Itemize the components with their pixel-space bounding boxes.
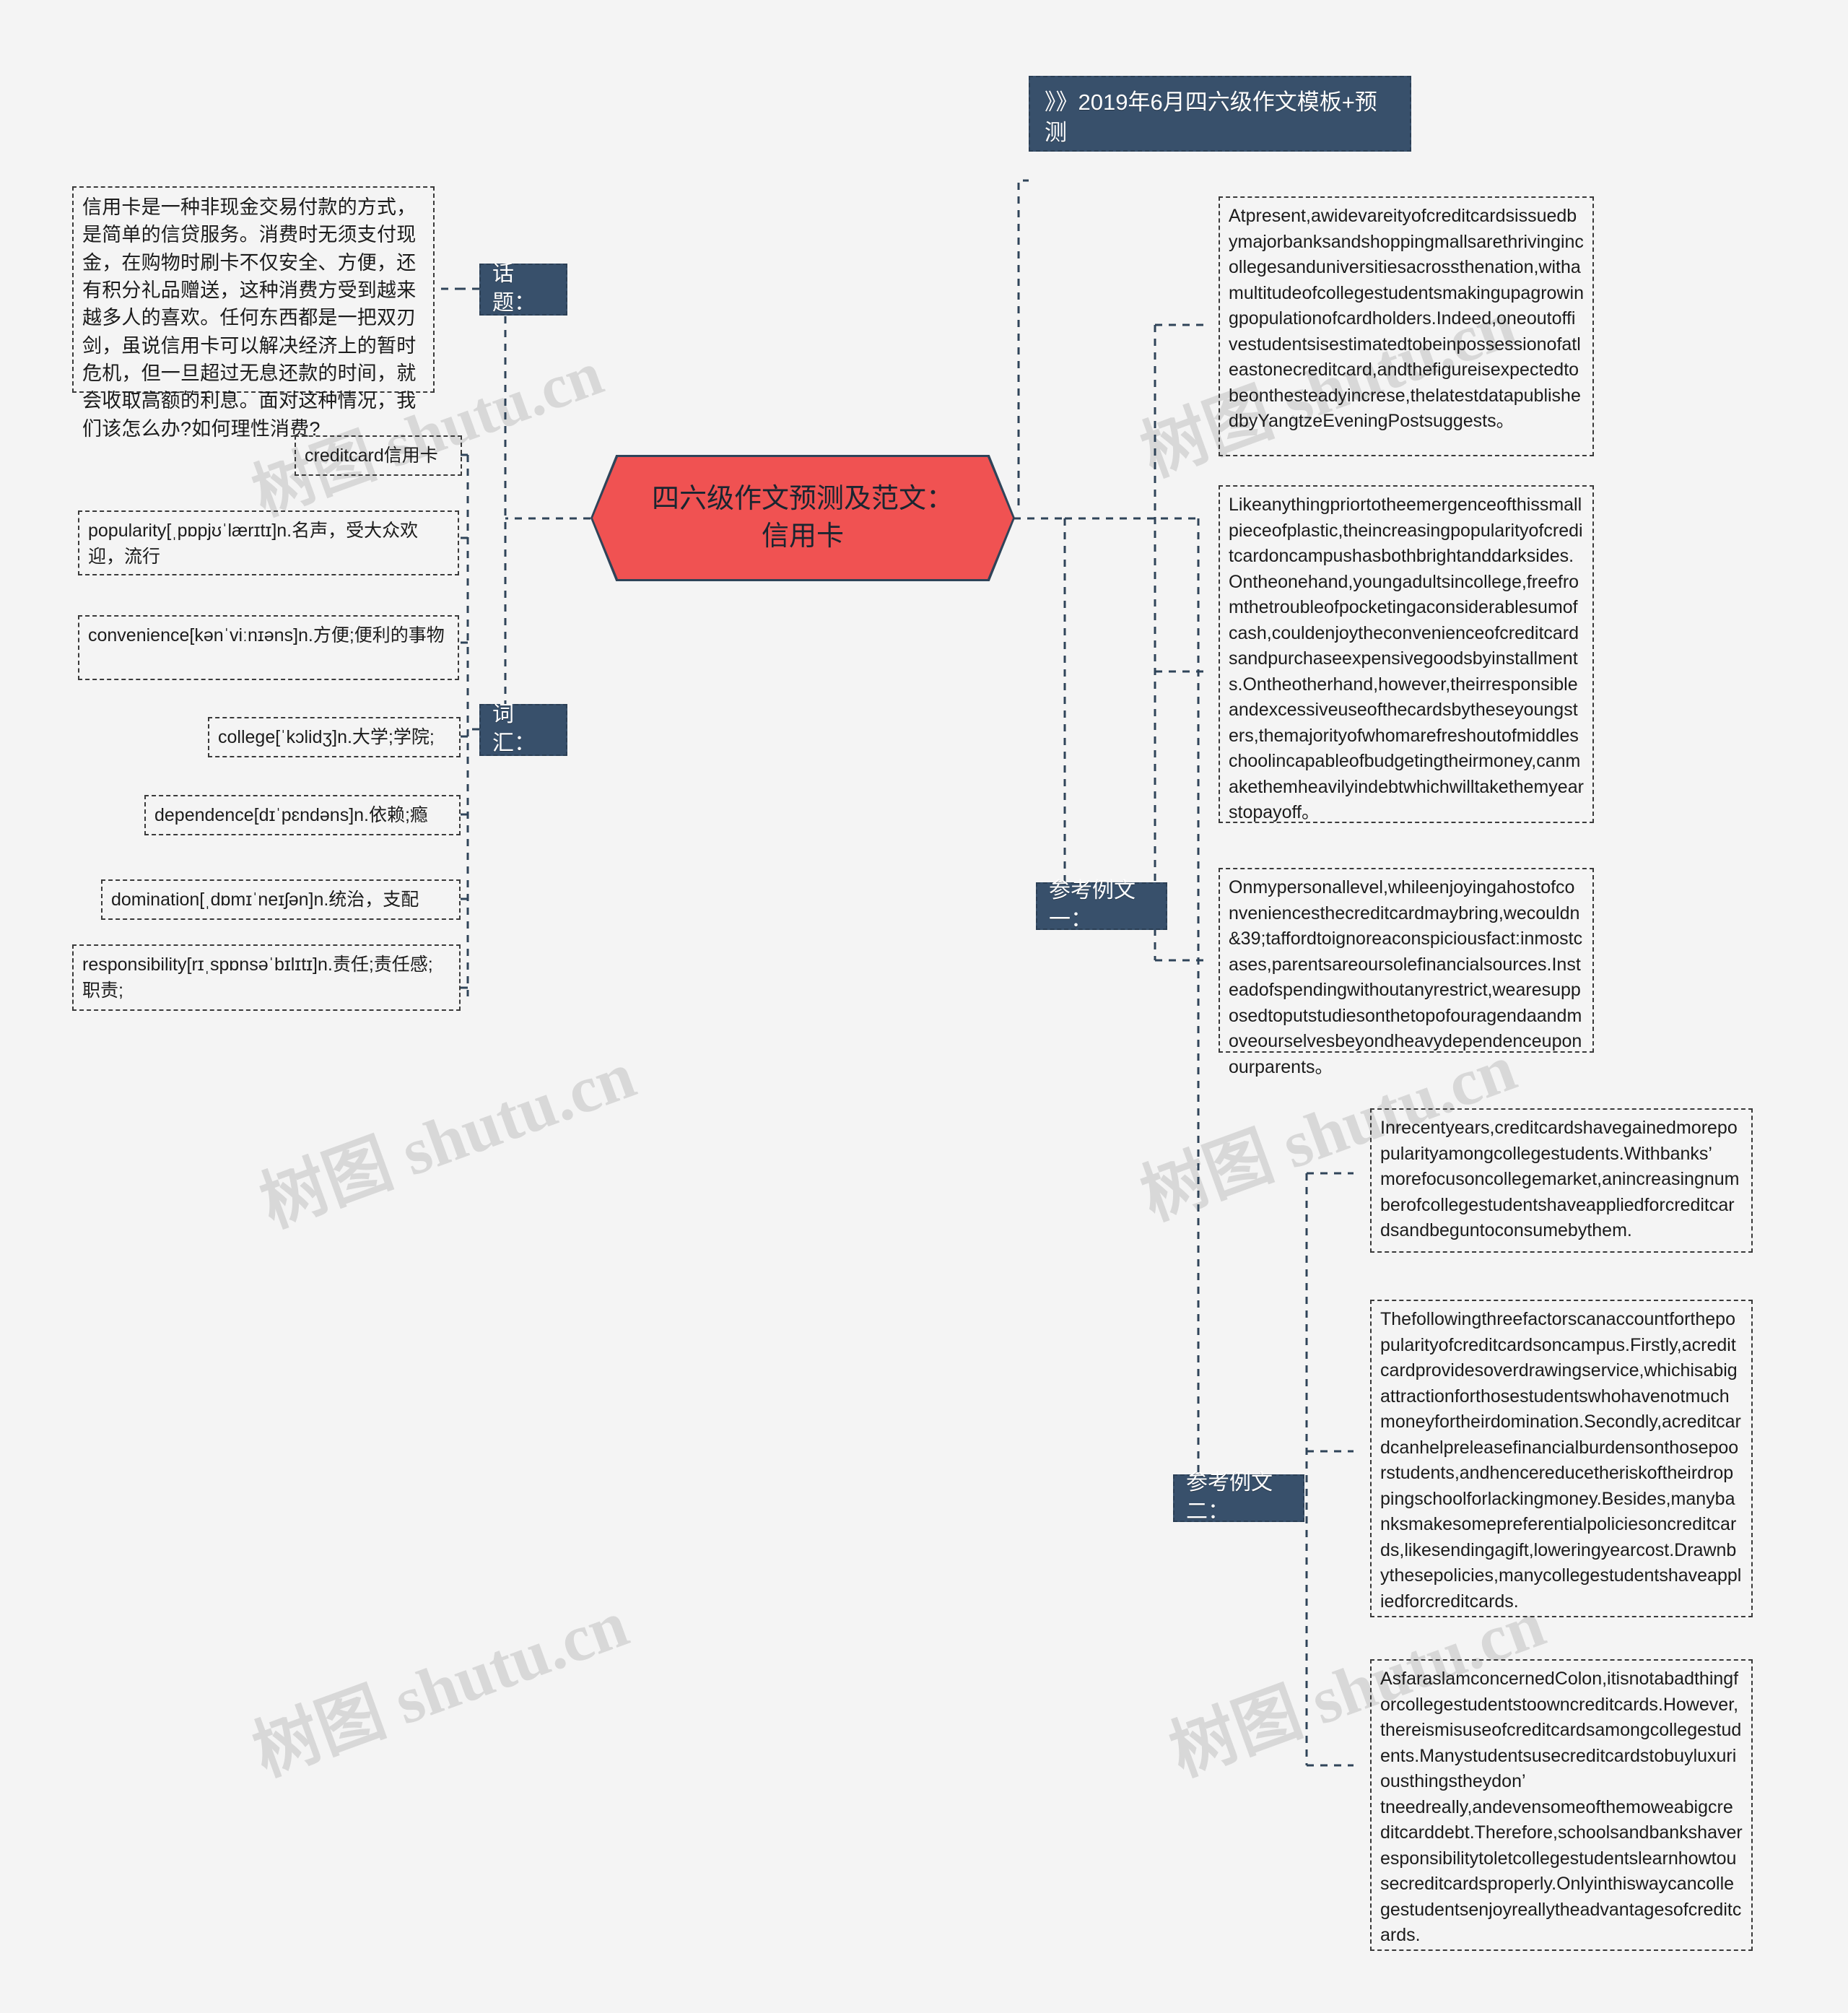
vocabulary-item-text: domination[ˌdɒmɪˈneɪʃən]n.统治，支配	[111, 890, 419, 910]
sample-one-paragraph-text: Onmypersonallevel,whileenjoyingahostofco…	[1229, 877, 1583, 1077]
sample-two-paragraph-text: AsfaraslamconcernedColon,itisnotabadthin…	[1380, 1669, 1743, 1945]
topic-description-text: 信用卡是一种非现金交易付款的方式，是简单的信贷服务。消费时无须支付现金，在购物时…	[82, 196, 417, 440]
branch-label-sample-one-text: 参考例文一：	[1049, 878, 1136, 932]
sample-one-paragraph[interactable]: Atpresent,awidevareityofcreditcardsissue…	[1219, 196, 1594, 456]
vocabulary-item[interactable]: responsibility[rɪˌspɒnsəˈbɪlɪtɪ]n.责任;责任感…	[72, 944, 461, 1011]
vocabulary-item[interactable]: convenience[kənˈviːnɪəns]n.方便;便利的事物	[78, 615, 459, 680]
vocabulary-item[interactable]: college[ˈkɔlidʒ]n.大学;学院;	[208, 717, 461, 757]
watermark: 树图 shutu.cn	[251, 1038, 645, 1241]
vocabulary-item[interactable]: creditcard信用卡	[295, 435, 462, 476]
topic-description-box[interactable]: 信用卡是一种非现金交易付款的方式，是简单的信贷服务。消费时无须支付现金，在购物时…	[72, 186, 435, 440]
branch-label-vocabulary[interactable]: 词汇：	[479, 703, 567, 756]
vocabulary-item-text: convenience[kənˈviːnɪəns]n.方便;便利的事物	[88, 625, 445, 645]
map-title-label: 》》2019年6月四六级作文模板+预测	[1045, 90, 1377, 145]
center-node-label: 四六级作文预测及范文： 信用卡	[651, 484, 954, 552]
sample-one-paragraph[interactable]: Likeanythingpriortotheemergenceofthissma…	[1219, 485, 1594, 823]
vocabulary-item-text: dependence[dɪˈpɛndəns]n.依赖;瘾	[154, 805, 428, 825]
watermark: 树图 shutu.cn	[244, 1586, 637, 1790]
map-title-node[interactable]: 》》2019年6月四六级作文模板+预测	[1029, 76, 1411, 152]
branch-label-topic[interactable]: 话题：	[479, 262, 567, 316]
vocabulary-item-text: college[ˈkɔlidʒ]n.大学;学院;	[218, 727, 435, 747]
mindmap-canvas: 树图 shutu.cn 树图 shutu.cn 树图 shutu.cn 树图 s…	[0, 0, 1848, 2013]
vocabulary-item-text: responsibility[rɪˌspɒnsəˈbɪlɪtɪ]n.责任;责任感…	[82, 955, 433, 1001]
vocabulary-item[interactable]: popularity[ˌpɒpjʊˈlærɪtɪ]n.名声，受大众欢迎，流行	[78, 510, 459, 575]
vocabulary-item-text: creditcard信用卡	[305, 445, 438, 466]
sample-one-paragraph-text: Atpresent,awidevareityofcreditcardsissue…	[1229, 206, 1584, 431]
vocabulary-item-text: popularity[ˌpɒpjʊˈlærɪtɪ]n.名声，受大众欢迎，流行	[88, 521, 419, 568]
branch-label-sample-two-text: 参考例文二：	[1186, 1470, 1273, 1524]
sample-one-paragraph[interactable]: Onmypersonallevel,whileenjoyingahostofco…	[1219, 868, 1594, 1077]
sample-two-paragraph[interactable]: Thefollowingthreefactorscanaccountforthe…	[1370, 1300, 1753, 1617]
center-node[interactable]: 四六级作文预测及范文： 信用卡	[590, 455, 1015, 581]
sample-two-paragraph[interactable]: AsfaraslamconcernedColon,itisnotabadthin…	[1370, 1659, 1753, 1951]
branch-label-sample-one[interactable]: 参考例文一：	[1036, 879, 1167, 931]
sample-one-paragraph-text: Likeanythingpriortotheemergenceofthissma…	[1229, 495, 1584, 822]
sample-two-paragraph-text: Thefollowingthreefactorscanaccountforthe…	[1380, 1309, 1742, 1612]
sample-two-paragraph-text: Inrecentyears,creditcardshavegainedmorep…	[1380, 1118, 1740, 1240]
branch-label-topic-text: 话题：	[492, 261, 536, 316]
sample-two-paragraph[interactable]: Inrecentyears,creditcardshavegainedmorep…	[1370, 1108, 1753, 1253]
vocabulary-item[interactable]: domination[ˌdɒmɪˈneɪʃən]n.统治，支配	[101, 879, 461, 920]
branch-label-vocabulary-text: 词汇：	[492, 702, 536, 756]
vocabulary-item[interactable]: dependence[dɪˈpɛndəns]n.依赖;瘾	[144, 795, 461, 835]
branch-label-sample-two[interactable]: 参考例文二：	[1173, 1471, 1304, 1523]
